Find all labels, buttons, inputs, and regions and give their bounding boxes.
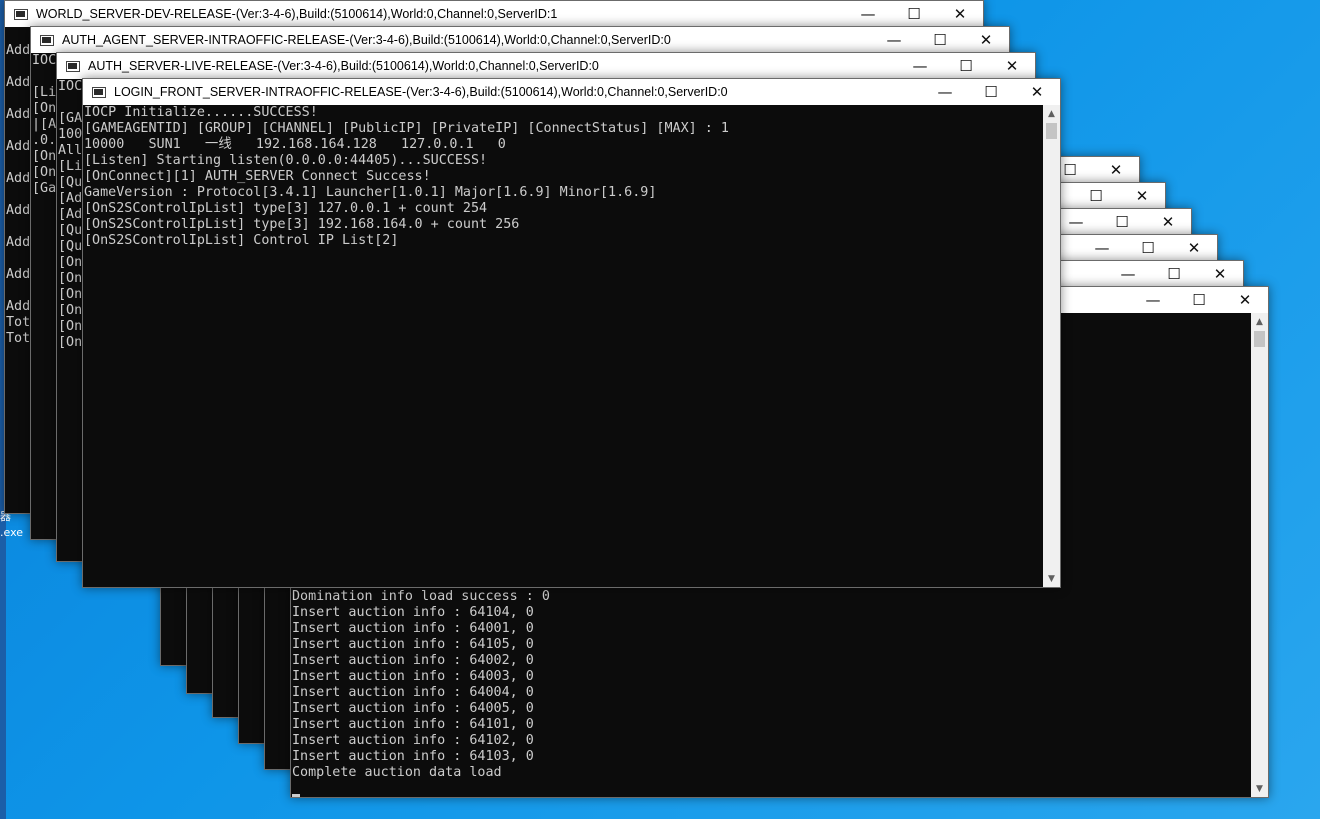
close-icon[interactable]: ✕ — [937, 1, 983, 27]
minimize-icon[interactable]: — — [871, 27, 917, 53]
console-line: GameVersion : Protocol[3.4.1] Launcher[1… — [84, 185, 657, 200]
vertical-scrollbar[interactable]: ▲ ▼ — [1251, 313, 1268, 797]
window-title: LOGIN_FRONT_SERVER-INTRAOFFIC-RELEASE-(V… — [114, 85, 728, 99]
scroll-down-icon[interactable]: ▼ — [1043, 570, 1060, 587]
desktop-label-exe: .exe — [0, 526, 24, 539]
close-icon[interactable]: ✕ — [1222, 287, 1268, 313]
window-title: AUTH_AGENT_SERVER-INTRAOFFIC-RELEASE-(Ve… — [62, 33, 671, 47]
console-app-icon — [92, 86, 106, 98]
maximize-icon[interactable]: ☐ — [968, 79, 1014, 105]
console-app-icon — [14, 8, 28, 20]
title-bar[interactable]: AUTH_SERVER-LIVE-RELEASE-(Ver:3-4-6),Bui… — [57, 53, 1035, 79]
maximize-icon[interactable]: ☐ — [1099, 209, 1145, 235]
console-line: IOCP Initialize......SUCCESS! — [84, 105, 318, 120]
console-line: Insert auction info : 64002, 0 — [292, 653, 534, 668]
maximize-icon[interactable]: ☐ — [1176, 287, 1222, 313]
close-icon[interactable]: ✕ — [1145, 209, 1191, 235]
minimize-icon[interactable]: — — [1079, 235, 1125, 261]
console-output: IOCP Initialize......SUCCESS! [GAMEAGENTI… — [83, 105, 1043, 587]
close-icon[interactable]: ✕ — [1119, 183, 1165, 209]
close-icon[interactable]: ✕ — [1093, 157, 1139, 183]
login-front-server-window[interactable]: LOGIN_FRONT_SERVER-INTRAOFFIC-RELEASE-(V… — [82, 78, 1061, 588]
console-line: Complete auction data load — [292, 765, 502, 780]
console-line: Insert auction info : 64001, 0 — [292, 621, 534, 636]
console-app-icon — [40, 34, 54, 46]
console-line: Insert auction info : 64003, 0 — [292, 669, 534, 684]
close-icon[interactable]: ✕ — [963, 27, 1009, 53]
window-title: AUTH_SERVER-LIVE-RELEASE-(Ver:3-4-6),Bui… — [88, 59, 599, 73]
title-bar[interactable]: AUTH_AGENT_SERVER-INTRAOFFIC-RELEASE-(Ve… — [31, 27, 1009, 53]
console-line: Insert auction info : 64104, 0 — [292, 605, 534, 620]
title-bar[interactable]: WORLD_SERVER-DEV-RELEASE-(Ver:3-4-6),Bui… — [5, 1, 983, 27]
console-line: [OnS2SControlIpList] type[3] 192.168.164… — [84, 217, 520, 232]
console-app-icon — [66, 60, 80, 72]
console-line: [OnS2SControlIpList] type[3] 127.0.0.1 +… — [84, 201, 488, 216]
scroll-up-icon[interactable]: ▲ — [1043, 105, 1060, 122]
console-line: Insert auction info : 64103, 0 — [292, 749, 534, 764]
console-line: [GAMEAGENTID] [GROUP] [CHANNEL] [PublicI… — [84, 121, 729, 136]
console-line: Insert auction info : 64102, 0 — [292, 733, 534, 748]
window-title: WORLD_SERVER-DEV-RELEASE-(Ver:3-4-6),Bui… — [36, 7, 558, 21]
maximize-icon[interactable]: ☐ — [1151, 261, 1197, 287]
scroll-up-icon[interactable]: ▲ — [1251, 313, 1268, 330]
minimize-icon[interactable]: — — [922, 79, 968, 105]
scroll-thumb[interactable] — [1254, 331, 1265, 347]
console-line: Domination info load success : 0 — [292, 589, 550, 604]
close-icon[interactable]: ✕ — [1197, 261, 1243, 287]
close-icon[interactable]: ✕ — [1014, 79, 1060, 105]
console-line: [OnS2SControlIpList] Control IP List[2] — [84, 233, 399, 248]
minimize-icon[interactable]: — — [845, 1, 891, 27]
scroll-thumb[interactable] — [1046, 123, 1057, 139]
console-line: [OnConnect][1] AUTH_SERVER Connect Succe… — [84, 169, 431, 184]
scroll-down-icon[interactable]: ▼ — [1251, 780, 1268, 797]
minimize-icon[interactable]: — — [897, 53, 943, 79]
minimize-icon[interactable]: — — [1105, 261, 1151, 287]
title-bar[interactable]: LOGIN_FRONT_SERVER-INTRAOFFIC-RELEASE-(V… — [83, 79, 1060, 105]
console-line: Insert auction info : 64105, 0 — [292, 637, 534, 652]
maximize-icon[interactable]: ☐ — [1073, 183, 1119, 209]
console-line: Insert auction info : 64101, 0 — [292, 717, 534, 732]
console-line: Insert auction info : 64005, 0 — [292, 701, 534, 716]
minimize-icon[interactable]: — — [1130, 287, 1176, 313]
maximize-icon[interactable]: ☐ — [1125, 235, 1171, 261]
close-icon[interactable]: ✕ — [989, 53, 1035, 79]
console-line: Insert auction info : 64004, 0 — [292, 685, 534, 700]
vertical-scrollbar[interactable]: ▲ ▼ — [1043, 105, 1060, 587]
console-line: 10000 SUN1 一线 192.168.164.128 127.0.0.1 … — [84, 137, 506, 152]
text-cursor — [292, 794, 300, 797]
console-line: [Listen] Starting listen(0.0.0.0:44405).… — [84, 153, 488, 168]
maximize-icon[interactable]: ☐ — [891, 1, 937, 27]
maximize-icon[interactable]: ☐ — [917, 27, 963, 53]
maximize-icon[interactable]: ☐ — [943, 53, 989, 79]
close-icon[interactable]: ✕ — [1171, 235, 1217, 261]
